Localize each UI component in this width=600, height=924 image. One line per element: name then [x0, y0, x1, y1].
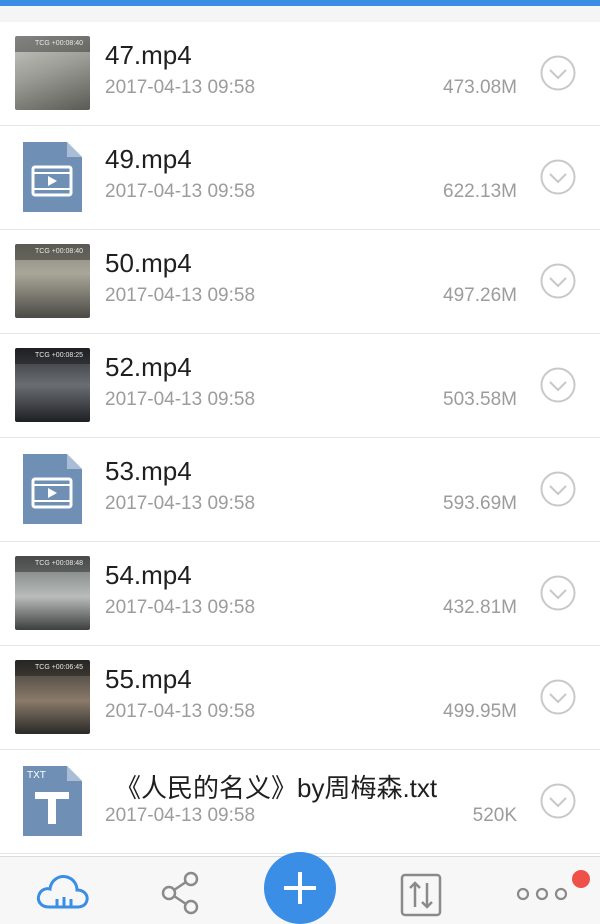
file-list: TCG +00:08:40 47.mp4 2017-04-13 09:58 473.0…	[0, 22, 600, 896]
plus-icon	[284, 872, 316, 904]
video-thumbnail: TCG +00:08:48	[15, 556, 90, 630]
file-date: 2017-04-13 09:58	[105, 597, 256, 618]
video-thumbnail: TCG +00:06:45	[15, 660, 90, 734]
file-list-page: TCG +00:08:40 47.mp4 2017-04-13 09:58 473.0…	[0, 0, 600, 924]
file-size: 503.58M	[443, 389, 517, 410]
file-name: 50.mp4	[105, 248, 192, 278]
chevron-down-icon[interactable]	[540, 679, 576, 715]
file-name: 49.mp4	[105, 144, 192, 174]
file-row[interactable]: TCG +00:08:25 52.mp4 2017-04-13 09:58 503.5…	[0, 334, 600, 438]
file-size: 593.69M	[443, 493, 517, 514]
cloud-icon	[36, 875, 89, 909]
list-top-divider	[0, 6, 600, 23]
file-size: 473.08M	[443, 77, 517, 98]
file-name: 54.mp4	[105, 560, 192, 590]
file-row[interactable]: TCG +00:06:45 55.mp4 2017-04-13 09:58 499.9…	[0, 646, 600, 750]
txt-badge: TXT	[27, 770, 46, 781]
timecode-overlay: TCG +00:08:25	[15, 348, 90, 364]
video-thumbnail: TCG +00:08:40	[15, 244, 90, 318]
share-icon	[161, 871, 199, 915]
chevron-down-icon[interactable]	[540, 55, 576, 91]
chevron-down-icon[interactable]	[540, 471, 576, 507]
file-row[interactable]: TXT 《人民的名义》by周梅森.txt 2017-04-13 09:58 520K	[0, 750, 600, 854]
file-name: 53.mp4	[105, 456, 192, 486]
file-date: 2017-04-13 09:58	[105, 77, 256, 98]
add-button[interactable]	[264, 852, 336, 924]
file-size: 520K	[472, 805, 517, 826]
chevron-down-icon[interactable]	[540, 783, 576, 819]
file-date: 2017-04-13 09:58	[105, 493, 256, 514]
file-row[interactable]: TCG +00:08:40 50.mp4 2017-04-13 09:58 497.2…	[0, 230, 600, 334]
chevron-down-icon[interactable]	[540, 159, 576, 195]
tab-share[interactable]	[120, 857, 240, 924]
video-thumbnail: TCG +00:08:25	[15, 348, 90, 422]
file-row[interactable]: 49.mp4 2017-04-13 09:58 622.13M	[0, 126, 600, 230]
file-date: 2017-04-13 09:58	[105, 805, 256, 826]
file-row[interactable]: TCG +00:08:40 47.mp4 2017-04-13 09:58 473.0…	[0, 22, 600, 126]
video-thumbnail: TCG +00:08:40	[15, 36, 90, 110]
chevron-down-icon[interactable]	[540, 263, 576, 299]
tab-more[interactable]	[480, 857, 600, 924]
file-size: 499.95M	[443, 701, 517, 722]
file-date: 2017-04-13 09:58	[105, 285, 256, 306]
tab-cloud[interactable]	[0, 857, 120, 924]
file-name: 47.mp4	[105, 40, 192, 70]
txt-file-icon: TXT	[15, 764, 90, 838]
video-file-icon	[15, 452, 90, 526]
more-icon	[516, 887, 568, 901]
file-name: 52.mp4	[105, 352, 192, 382]
file-size: 497.26M	[443, 285, 517, 306]
file-date: 2017-04-13 09:58	[105, 389, 256, 410]
timecode-overlay: TCG +00:08:48	[15, 556, 90, 572]
chevron-down-icon[interactable]	[540, 575, 576, 611]
file-row[interactable]: TCG +00:08:48 54.mp4 2017-04-13 09:58 432.8…	[0, 542, 600, 646]
file-name: 55.mp4	[105, 664, 192, 694]
timecode-overlay: TCG +00:08:40	[15, 36, 90, 52]
video-file-icon	[15, 140, 90, 214]
file-date: 2017-04-13 09:58	[105, 701, 256, 722]
file-size: 622.13M	[443, 181, 517, 202]
chevron-down-icon[interactable]	[540, 367, 576, 403]
file-size: 432.81M	[443, 597, 517, 618]
timecode-overlay: TCG +00:08:40	[15, 244, 90, 260]
file-date: 2017-04-13 09:58	[105, 181, 256, 202]
transfer-icon	[400, 873, 442, 917]
file-row[interactable]: 53.mp4 2017-04-13 09:58 593.69M	[0, 438, 600, 542]
notification-dot	[572, 870, 590, 888]
timecode-overlay: TCG +00:06:45	[15, 660, 90, 676]
file-name: 《人民的名义》by周梅森.txt	[115, 773, 438, 803]
tab-transfer[interactable]	[360, 857, 480, 924]
